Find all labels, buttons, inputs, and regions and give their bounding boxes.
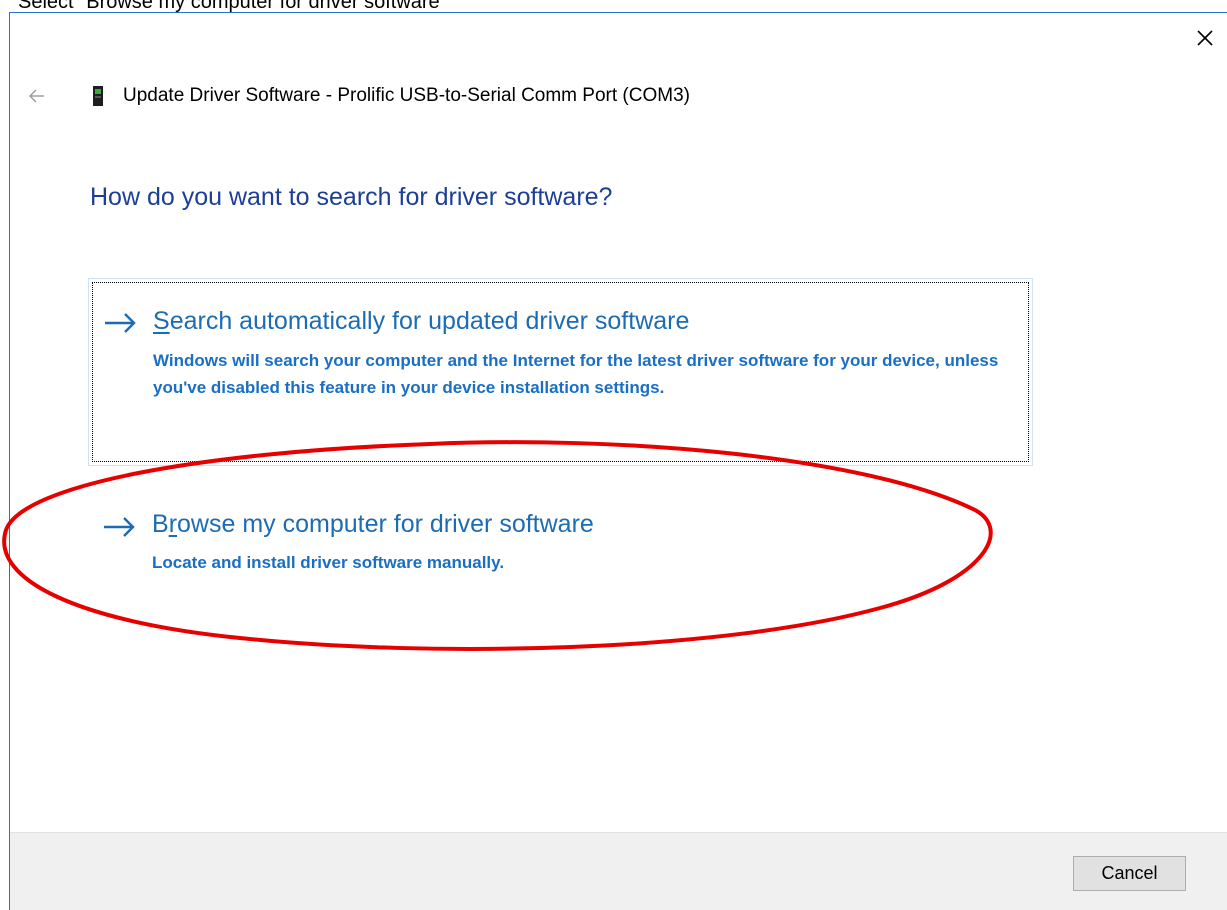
browse-computer-title: Browse my computer for driver software <box>152 510 594 539</box>
right-arrow-icon <box>104 517 135 537</box>
option-title-text: earch automatically for updated driver s… <box>169 307 690 335</box>
option-title-text: owse my computer for driver software <box>177 510 594 538</box>
cancel-button[interactable]: Cancel <box>1073 856 1186 891</box>
option-title-prefix: B <box>152 510 169 538</box>
right-arrow-icon <box>105 313 136 333</box>
back-arrow-icon[interactable] <box>27 86 47 106</box>
close-icon[interactable] <box>1192 25 1218 51</box>
mnemonic-letter: r <box>168 510 178 538</box>
dialog-title: Update Driver Software - Prolific USB-to… <box>123 85 690 106</box>
browse-computer-description: Locate and install driver software manua… <box>152 553 505 572</box>
browse-computer-option[interactable]: Browse my computer for driver software L… <box>88 500 1033 590</box>
search-automatically-description: Windows will search your computer and th… <box>153 351 999 397</box>
mnemonic-letter: S <box>153 307 170 335</box>
search-automatically-option[interactable]: Search automatically for updated driver … <box>88 278 1033 466</box>
page-heading: How do you want to search for driver sof… <box>90 183 613 211</box>
usb-serial-device-icon <box>93 86 103 106</box>
search-automatically-title: Search automatically for updated driver … <box>153 307 689 336</box>
dialog-footer <box>10 832 1227 910</box>
